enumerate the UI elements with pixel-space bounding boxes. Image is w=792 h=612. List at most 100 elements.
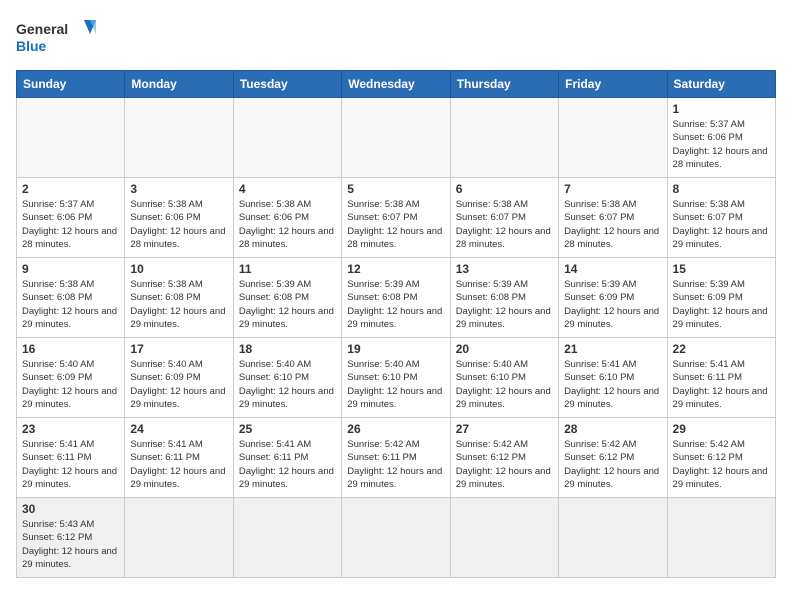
calendar-cell: 7 Sunrise: 5:38 AMSunset: 6:07 PMDaylight… [559, 178, 667, 258]
calendar-week-row: 2 Sunrise: 5:37 AMSunset: 6:06 PMDaylight… [17, 178, 776, 258]
day-info: Sunrise: 5:40 AMSunset: 6:09 PMDaylight:… [22, 358, 119, 411]
day-number: 12 [347, 262, 444, 276]
calendar-week-row: 16 Sunrise: 5:40 AMSunset: 6:09 PMDayligh… [17, 338, 776, 418]
day-number: 8 [673, 182, 770, 196]
day-number: 13 [456, 262, 553, 276]
calendar-cell [233, 98, 341, 178]
day-info: Sunrise: 5:38 AMSunset: 6:07 PMDaylight:… [564, 198, 661, 251]
day-number: 28 [564, 422, 661, 436]
day-header-friday: Friday [559, 71, 667, 98]
calendar-cell: 10 Sunrise: 5:38 AMSunset: 6:08 PMDayligh… [125, 258, 233, 338]
day-info: Sunrise: 5:37 AMSunset: 6:06 PMDaylight:… [22, 198, 119, 251]
calendar-cell: 4 Sunrise: 5:38 AMSunset: 6:06 PMDaylight… [233, 178, 341, 258]
day-info: Sunrise: 5:43 AMSunset: 6:12 PMDaylight:… [22, 518, 119, 571]
day-number: 18 [239, 342, 336, 356]
day-number: 22 [673, 342, 770, 356]
day-number: 25 [239, 422, 336, 436]
calendar-cell: 19 Sunrise: 5:40 AMSunset: 6:10 PMDayligh… [342, 338, 450, 418]
day-headers-row: SundayMondayTuesdayWednesdayThursdayFrid… [17, 71, 776, 98]
day-info: Sunrise: 5:41 AMSunset: 6:11 PMDaylight:… [239, 438, 336, 491]
calendar-cell: 26Sunrise: 5:42 AMSunset: 6:11 PMDayligh… [342, 418, 450, 498]
day-number: 20 [456, 342, 553, 356]
svg-text:Blue: Blue [16, 38, 47, 54]
day-number: 15 [673, 262, 770, 276]
day-info: Sunrise: 5:37 AMSunset: 6:06 PMDaylight:… [673, 118, 770, 171]
day-header-thursday: Thursday [450, 71, 558, 98]
calendar-cell [559, 498, 667, 578]
day-info: Sunrise: 5:41 AMSunset: 6:10 PMDaylight:… [564, 358, 661, 411]
day-number: 30 [22, 502, 119, 516]
calendar-cell: 22 Sunrise: 5:41 AMSunset: 6:11 PMDayligh… [667, 338, 775, 418]
day-info: Sunrise: 5:39 AMSunset: 6:09 PMDaylight:… [564, 278, 661, 331]
day-header-sunday: Sunday [17, 71, 125, 98]
day-info: Sunrise: 5:42 AMSunset: 6:12 PMDaylight:… [456, 438, 553, 491]
day-header-wednesday: Wednesday [342, 71, 450, 98]
day-info: Sunrise: 5:38 AMSunset: 6:08 PMDaylight:… [130, 278, 227, 331]
calendar-cell: 1 Sunrise: 5:37 AMSunset: 6:06 PMDaylight… [667, 98, 775, 178]
day-info: Sunrise: 5:41 AMSunset: 6:11 PMDaylight:… [130, 438, 227, 491]
calendar-week-row: 9Sunrise: 5:38 AMSunset: 6:08 PMDaylight… [17, 258, 776, 338]
header: General Blue [16, 16, 776, 60]
calendar-cell: 24 Sunrise: 5:41 AMSunset: 6:11 PMDayligh… [125, 418, 233, 498]
calendar-cell [450, 498, 558, 578]
day-number: 4 [239, 182, 336, 196]
calendar-cell: 28 Sunrise: 5:42 AMSunset: 6:12 PMDayligh… [559, 418, 667, 498]
day-number: 29 [673, 422, 770, 436]
day-info: Sunrise: 5:39 AMSunset: 6:08 PMDaylight:… [456, 278, 553, 331]
svg-text:General: General [16, 21, 68, 37]
calendar-cell [342, 498, 450, 578]
logo-svg: General Blue [16, 16, 96, 60]
day-info: Sunrise: 5:40 AMSunset: 6:10 PMDaylight:… [456, 358, 553, 411]
day-info: Sunrise: 5:38 AMSunset: 6:08 PMDaylight:… [22, 278, 119, 331]
day-number: 17 [130, 342, 227, 356]
day-info: Sunrise: 5:40 AMSunset: 6:10 PMDaylight:… [239, 358, 336, 411]
logo: General Blue [16, 16, 96, 60]
day-info: Sunrise: 5:42 AMSunset: 6:12 PMDaylight:… [673, 438, 770, 491]
day-number: 6 [456, 182, 553, 196]
day-info: Sunrise: 5:41 AMSunset: 6:11 PMDaylight:… [22, 438, 119, 491]
day-info: Sunrise: 5:41 AMSunset: 6:11 PMDaylight:… [673, 358, 770, 411]
calendar-week-row: 30 Sunrise: 5:43 AMSunset: 6:12 PMDayligh… [17, 498, 776, 578]
calendar-cell: 6 Sunrise: 5:38 AMSunset: 6:07 PMDaylight… [450, 178, 558, 258]
day-number: 1 [673, 102, 770, 116]
calendar-cell: 30 Sunrise: 5:43 AMSunset: 6:12 PMDayligh… [17, 498, 125, 578]
calendar-cell: 14 Sunrise: 5:39 AMSunset: 6:09 PMDayligh… [559, 258, 667, 338]
day-info: Sunrise: 5:42 AMSunset: 6:11 PMDaylight:… [347, 438, 444, 491]
calendar-cell: 16 Sunrise: 5:40 AMSunset: 6:09 PMDayligh… [17, 338, 125, 418]
day-info: Sunrise: 5:39 AMSunset: 6:08 PMDaylight:… [347, 278, 444, 331]
day-number: 14 [564, 262, 661, 276]
day-info: Sunrise: 5:42 AMSunset: 6:12 PMDaylight:… [564, 438, 661, 491]
calendar-cell: 8 Sunrise: 5:38 AMSunset: 6:07 PMDaylight… [667, 178, 775, 258]
day-header-monday: Monday [125, 71, 233, 98]
day-number: 11 [239, 262, 336, 276]
day-info: Sunrise: 5:38 AMSunset: 6:06 PMDaylight:… [239, 198, 336, 251]
day-info: Sunrise: 5:38 AMSunset: 6:07 PMDaylight:… [456, 198, 553, 251]
day-info: Sunrise: 5:39 AMSunset: 6:09 PMDaylight:… [673, 278, 770, 331]
calendar-cell: 2 Sunrise: 5:37 AMSunset: 6:06 PMDaylight… [17, 178, 125, 258]
day-number: 16 [22, 342, 119, 356]
calendar-cell [342, 98, 450, 178]
calendar-cell: 25 Sunrise: 5:41 AMSunset: 6:11 PMDayligh… [233, 418, 341, 498]
day-number: 24 [130, 422, 227, 436]
day-number: 10 [130, 262, 227, 276]
calendar-week-row: 1 Sunrise: 5:37 AMSunset: 6:06 PMDaylight… [17, 98, 776, 178]
day-info: Sunrise: 5:38 AMSunset: 6:07 PMDaylight:… [673, 198, 770, 251]
day-number: 21 [564, 342, 661, 356]
calendar-cell: 21 Sunrise: 5:41 AMSunset: 6:10 PMDayligh… [559, 338, 667, 418]
calendar-cell [17, 98, 125, 178]
calendar-cell: 20 Sunrise: 5:40 AMSunset: 6:10 PMDayligh… [450, 338, 558, 418]
calendar-cell: 29 Sunrise: 5:42 AMSunset: 6:12 PMDayligh… [667, 418, 775, 498]
day-header-saturday: Saturday [667, 71, 775, 98]
calendar-cell [667, 498, 775, 578]
calendar-week-row: 23Sunrise: 5:41 AMSunset: 6:11 PMDayligh… [17, 418, 776, 498]
day-info: Sunrise: 5:40 AMSunset: 6:09 PMDaylight:… [130, 358, 227, 411]
day-number: 2 [22, 182, 119, 196]
calendar-cell: 3Sunrise: 5:38 AMSunset: 6:06 PMDaylight… [125, 178, 233, 258]
calendar-cell [125, 98, 233, 178]
calendar-cell [450, 98, 558, 178]
day-number: 19 [347, 342, 444, 356]
day-number: 7 [564, 182, 661, 196]
calendar-cell: 11Sunrise: 5:39 AMSunset: 6:08 PMDayligh… [233, 258, 341, 338]
day-info: Sunrise: 5:40 AMSunset: 6:10 PMDaylight:… [347, 358, 444, 411]
calendar-table: SundayMondayTuesdayWednesdayThursdayFrid… [16, 70, 776, 578]
